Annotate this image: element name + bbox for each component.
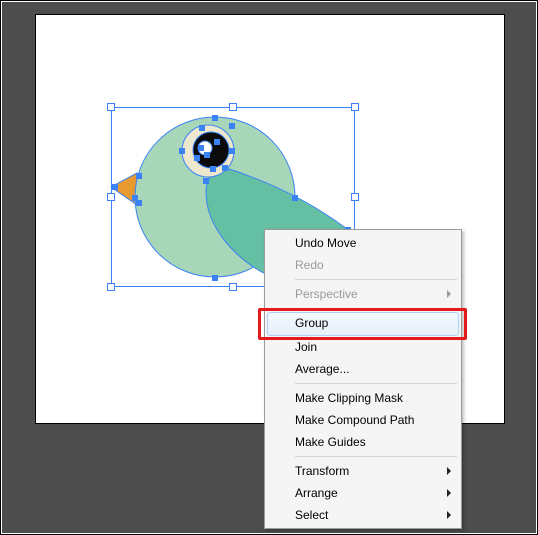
context-menu: Undo Move Redo Perspective Group Join Average… (264, 229, 462, 529)
screenshot-frame: Undo Move Redo Perspective Group Join Average… (0, 0, 538, 535)
anchor[interactable] (292, 195, 298, 201)
menu-item-label: Group (295, 316, 328, 330)
anchor[interactable] (212, 115, 218, 121)
menu-item-redo: Redo (267, 254, 459, 276)
menu-item-label: Transform (295, 464, 349, 478)
anchor[interactable] (204, 152, 210, 158)
menu-item-perspective: Perspective (267, 283, 459, 305)
menu-separator (295, 279, 457, 280)
menu-item-make-compound-path[interactable]: Make Compound Path (267, 409, 459, 431)
anchor[interactable] (212, 275, 218, 281)
anchor[interactable] (179, 148, 185, 154)
menu-item-label: Perspective (295, 287, 358, 301)
menu-item-label: Join (295, 340, 317, 354)
anchor[interactable] (222, 165, 228, 171)
menu-separator (295, 456, 457, 457)
submenu-arrow-icon (447, 511, 451, 519)
menu-item-transform[interactable]: Transform (267, 460, 459, 482)
menu-item-make-guides[interactable]: Make Guides (267, 431, 459, 453)
anchor[interactable] (210, 166, 216, 172)
handle-nw[interactable] (107, 103, 115, 111)
menu-item-label: Redo (295, 258, 324, 272)
anchor[interactable] (203, 178, 209, 184)
menu-item-arrange[interactable]: Arrange (267, 482, 459, 504)
anchor[interactable] (229, 148, 235, 154)
menu-item-label: Undo Move (295, 236, 356, 250)
submenu-arrow-icon (447, 290, 451, 298)
menu-item-average[interactable]: Average... (267, 358, 459, 380)
anchor[interactable] (112, 184, 118, 190)
anchor[interactable] (198, 145, 204, 151)
menu-item-label: Arrange (295, 486, 338, 500)
handle-e[interactable] (351, 193, 359, 201)
submenu-arrow-icon (447, 467, 451, 475)
handle-s[interactable] (229, 283, 237, 291)
anchor[interactable] (136, 173, 142, 179)
menu-item-label: Make Clipping Mask (295, 391, 403, 405)
menu-separator (295, 383, 457, 384)
menu-item-label: Select (295, 508, 328, 522)
menu-item-group[interactable]: Group (267, 312, 459, 336)
menu-item-label: Average... (295, 362, 349, 376)
anchor[interactable] (199, 125, 205, 131)
anchor[interactable] (194, 155, 200, 161)
menu-item-label: Make Compound Path (295, 413, 414, 427)
menu-item-select[interactable]: Select (267, 504, 459, 526)
menu-item-make-clipping-mask[interactable]: Make Clipping Mask (267, 387, 459, 409)
menu-separator (295, 308, 457, 309)
submenu-arrow-icon (447, 489, 451, 497)
menu-item-undo-move[interactable]: Undo Move (267, 232, 459, 254)
pasteboard: Undo Move Redo Perspective Group Join Average… (2, 2, 536, 533)
handle-w[interactable] (107, 193, 115, 201)
anchor[interactable] (214, 139, 220, 145)
menu-item-label: Make Guides (295, 435, 366, 449)
anchor[interactable] (132, 195, 138, 201)
handle-ne[interactable] (351, 103, 359, 111)
handle-sw[interactable] (107, 283, 115, 291)
anchor[interactable] (229, 123, 235, 129)
menu-item-join[interactable]: Join (267, 336, 459, 358)
handle-n[interactable] (229, 103, 237, 111)
